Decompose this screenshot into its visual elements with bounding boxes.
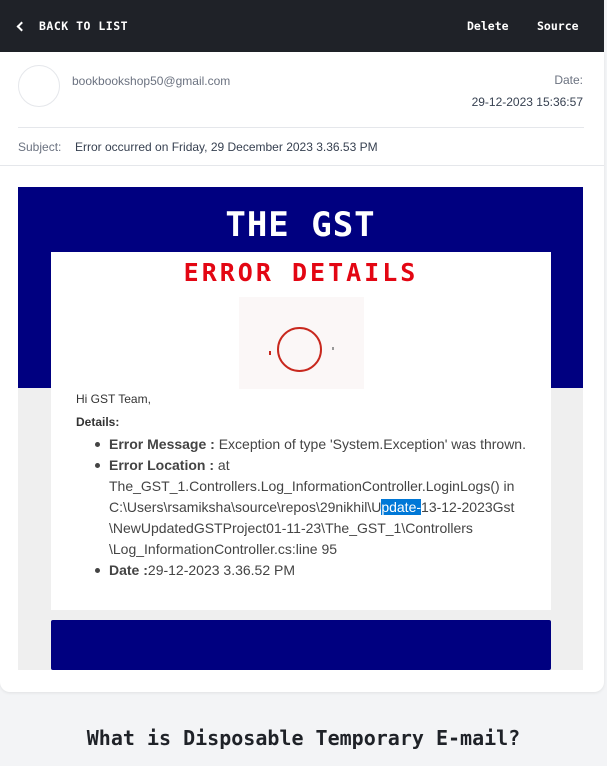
- logo-image: [239, 297, 364, 389]
- top-bar: BACK TO LIST Delete Source: [0, 0, 604, 52]
- sender-email: bookbookshop50@gmail.com: [72, 74, 231, 88]
- back-to-list-button[interactable]: BACK TO LIST: [16, 19, 129, 33]
- details-list: Error Message : Exception of type 'Syste…: [95, 434, 541, 581]
- list-item: Date :29-12-2023 3.36.52 PM: [95, 560, 541, 581]
- email-footer-band: [51, 620, 551, 670]
- date-label: Date:: [554, 73, 583, 87]
- message-card: bookbookshop50@gmail.com Date: 29-12-202…: [0, 52, 604, 692]
- list-item: Error Location : at The_GST_1.Controller…: [95, 455, 541, 560]
- subject-label: Subject:: [18, 140, 62, 154]
- details-label: Details:: [76, 415, 120, 429]
- selected-text: pdate-: [381, 499, 422, 515]
- sender-avatar: [18, 65, 60, 107]
- divider: [18, 127, 584, 128]
- list-item: Error Message : Exception of type 'Syste…: [95, 434, 541, 455]
- subject-value: Error occurred on Friday, 29 December 20…: [75, 140, 378, 154]
- source-button[interactable]: Source: [537, 19, 579, 33]
- divider: [0, 165, 604, 166]
- error-details-title: ERROR DETAILS: [183, 258, 419, 287]
- date-value: 29-12-2023 15:36:57: [471, 95, 583, 109]
- delete-button[interactable]: Delete: [467, 19, 509, 33]
- error-message-key: Error Message :: [109, 436, 215, 452]
- error-location-key: Error Location :: [109, 457, 215, 473]
- logo-mark: [269, 351, 271, 355]
- logo-ring-icon: [277, 327, 322, 372]
- date-key: Date :: [109, 562, 148, 578]
- email-title: THE GST: [225, 205, 376, 245]
- logo-mark: [332, 347, 334, 350]
- greeting: Hi GST Team,: [76, 392, 151, 406]
- date-value-item: 29-12-2023 3.36.52 PM: [147, 562, 296, 578]
- section-heading: What is Disposable Temporary E-mail?: [86, 726, 521, 750]
- error-panel: ERROR DETAILS Hi GST Team, Details: Erro…: [51, 252, 551, 610]
- chevron-left-icon: [16, 21, 27, 32]
- back-to-list-label: BACK TO LIST: [39, 19, 129, 33]
- error-message-value: Exception of type 'System.Exception' was…: [214, 436, 526, 452]
- email-body: THE GST ERROR DETAILS Hi GST Team, Detai…: [18, 187, 583, 670]
